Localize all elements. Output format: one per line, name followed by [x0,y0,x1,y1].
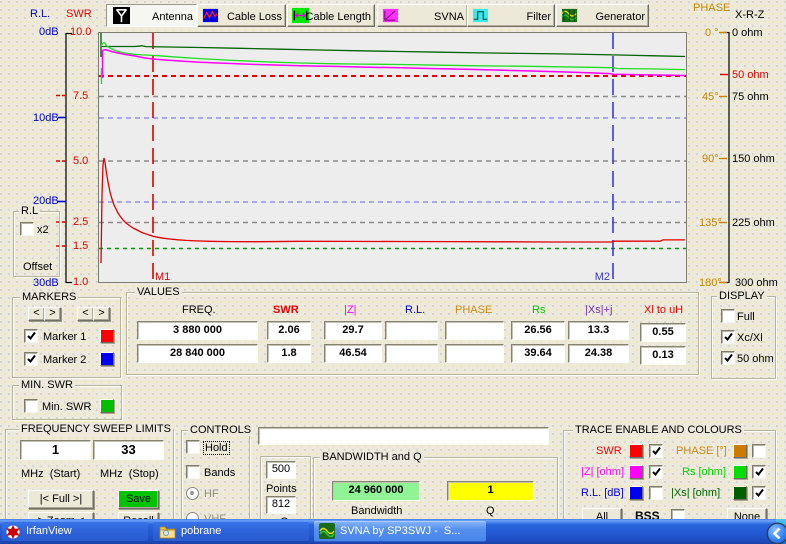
svg-text:M2: M2 [595,271,610,282]
svg-text:M1: M1 [155,271,170,282]
